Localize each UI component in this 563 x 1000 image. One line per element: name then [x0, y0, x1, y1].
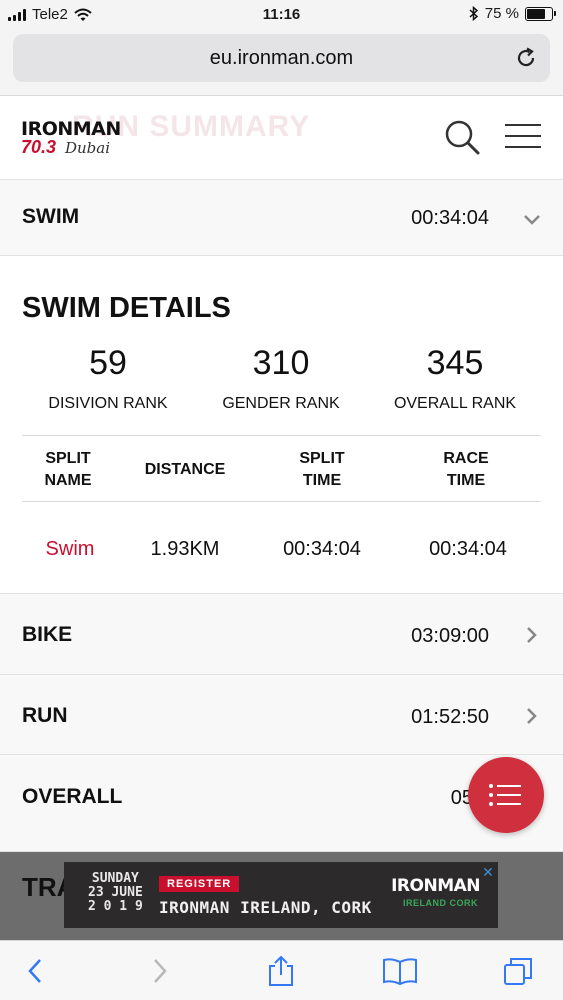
rank-value: 59	[89, 344, 127, 382]
header-line: TIME	[446, 472, 486, 489]
ad-date-line: SUNDAY	[91, 871, 139, 886]
site-header: RUN SUMMARY IRONMAN 70.3 Dubai	[0, 96, 563, 180]
header-distance: DISTANCE	[130, 459, 240, 481]
ironman-dubai-logo[interactable]: IRONMAN 70.3 Dubai	[21, 118, 131, 158]
ad-brand: IRONMAN	[391, 876, 480, 896]
bookmarks-icon[interactable]	[382, 955, 418, 987]
split-row-swim[interactable]: SWIM 00:34:04	[0, 180, 563, 256]
ad-overlay-zone: TRA SUNDAY 23 JUNE 2 0 1 9 REGISTER IRON…	[0, 852, 563, 940]
header-split-name: SPLIT NAME	[30, 448, 106, 492]
browser-toolbar	[0, 940, 563, 1000]
overall-rank: 345 OVERALL RANK	[365, 344, 545, 413]
ad-brand-sub: IRELAND CORK	[403, 898, 478, 908]
battery-icon	[525, 6, 556, 21]
split-row-run[interactable]: RUN 01:52:50	[0, 675, 563, 755]
split-label: RUN	[22, 704, 68, 727]
logo-sub: 70.3	[21, 137, 57, 157]
header-line: TIME	[302, 472, 342, 489]
split-time: 03:09:00	[411, 625, 489, 647]
division-rank: 59 DISIVION RANK	[18, 344, 198, 413]
split-label: SWIM	[22, 205, 80, 228]
header-line: DISTANCE	[144, 461, 226, 478]
split-row-bike[interactable]: BIKE 03:09:00	[0, 594, 563, 675]
ad-banner[interactable]: SUNDAY 23 JUNE 2 0 1 9 REGISTER IRONMAN …	[64, 862, 498, 928]
reload-icon[interactable]	[514, 46, 538, 70]
header-line: SPLIT	[299, 450, 345, 467]
forward-arrow-icon[interactable]	[143, 955, 175, 987]
cell-split-name: Swim	[45, 538, 95, 560]
battery-percent: 75 %	[484, 5, 519, 22]
split-label: BIKE	[22, 623, 73, 646]
split-time: 00:34:04	[411, 207, 489, 229]
bluetooth-icon	[469, 6, 478, 21]
hamburger-icon[interactable]	[505, 124, 541, 150]
rank-label: OVERALL RANK	[393, 395, 517, 412]
ad-event-name: IRONMAN IRELAND, CORK	[159, 898, 372, 917]
url-text[interactable]: eu.ironman.com	[13, 47, 550, 70]
ad-date-line: 23 JUNE	[88, 885, 143, 900]
rank-value: 310	[252, 344, 310, 382]
swim-details-panel: SWIM DETAILS 59 DISIVION RANK 310 GENDER…	[0, 256, 563, 594]
header-line: SPLIT	[45, 450, 91, 467]
header-line: RACE	[443, 450, 489, 467]
battery-fill	[527, 8, 545, 19]
split-label: OVERALL	[22, 785, 123, 808]
back-arrow-icon[interactable]	[20, 955, 52, 987]
status-bar: Tele2 11:16 75 %	[0, 0, 563, 30]
cell-split-time: 00:34:04	[283, 538, 361, 560]
details-title: SWIM DETAILS	[22, 292, 231, 324]
tabs-icon[interactable]	[502, 955, 534, 987]
header-split-time: SPLIT TIME	[280, 448, 364, 492]
divider	[22, 501, 541, 502]
header-line: NAME	[44, 472, 92, 489]
header-race-time: RACE TIME	[420, 448, 512, 492]
divider	[22, 435, 541, 436]
chevron-right-icon[interactable]	[523, 626, 541, 644]
ad-close-icon[interactable]: ✕	[480, 864, 496, 880]
browser-address-area: eu.ironman.com	[0, 30, 563, 96]
address-bar[interactable]: eu.ironman.com	[13, 34, 550, 82]
logo-city: Dubai	[65, 139, 111, 157]
cell-distance: 1.93KM	[150, 538, 220, 560]
battery-group: 75 %	[469, 5, 556, 22]
chevron-right-icon[interactable]	[523, 707, 541, 725]
gender-rank: 310 GENDER RANK	[191, 344, 371, 413]
rank-value: 345	[426, 344, 484, 382]
search-icon[interactable]	[443, 118, 481, 156]
ad-date-line: 2 0 1 9	[88, 899, 143, 914]
cell-race-time: 00:34:04	[429, 538, 507, 560]
rank-label: GENDER RANK	[222, 395, 340, 412]
ad-register-button[interactable]: REGISTER	[159, 876, 240, 892]
chevron-down-icon[interactable]	[523, 210, 541, 228]
list-fab-button[interactable]	[468, 757, 544, 833]
ad-date: SUNDAY 23 JUNE 2 0 1 9	[88, 872, 143, 914]
split-time: 01:52:50	[411, 706, 489, 728]
rank-label: DISIVION RANK	[48, 395, 168, 412]
share-icon[interactable]	[265, 955, 297, 987]
